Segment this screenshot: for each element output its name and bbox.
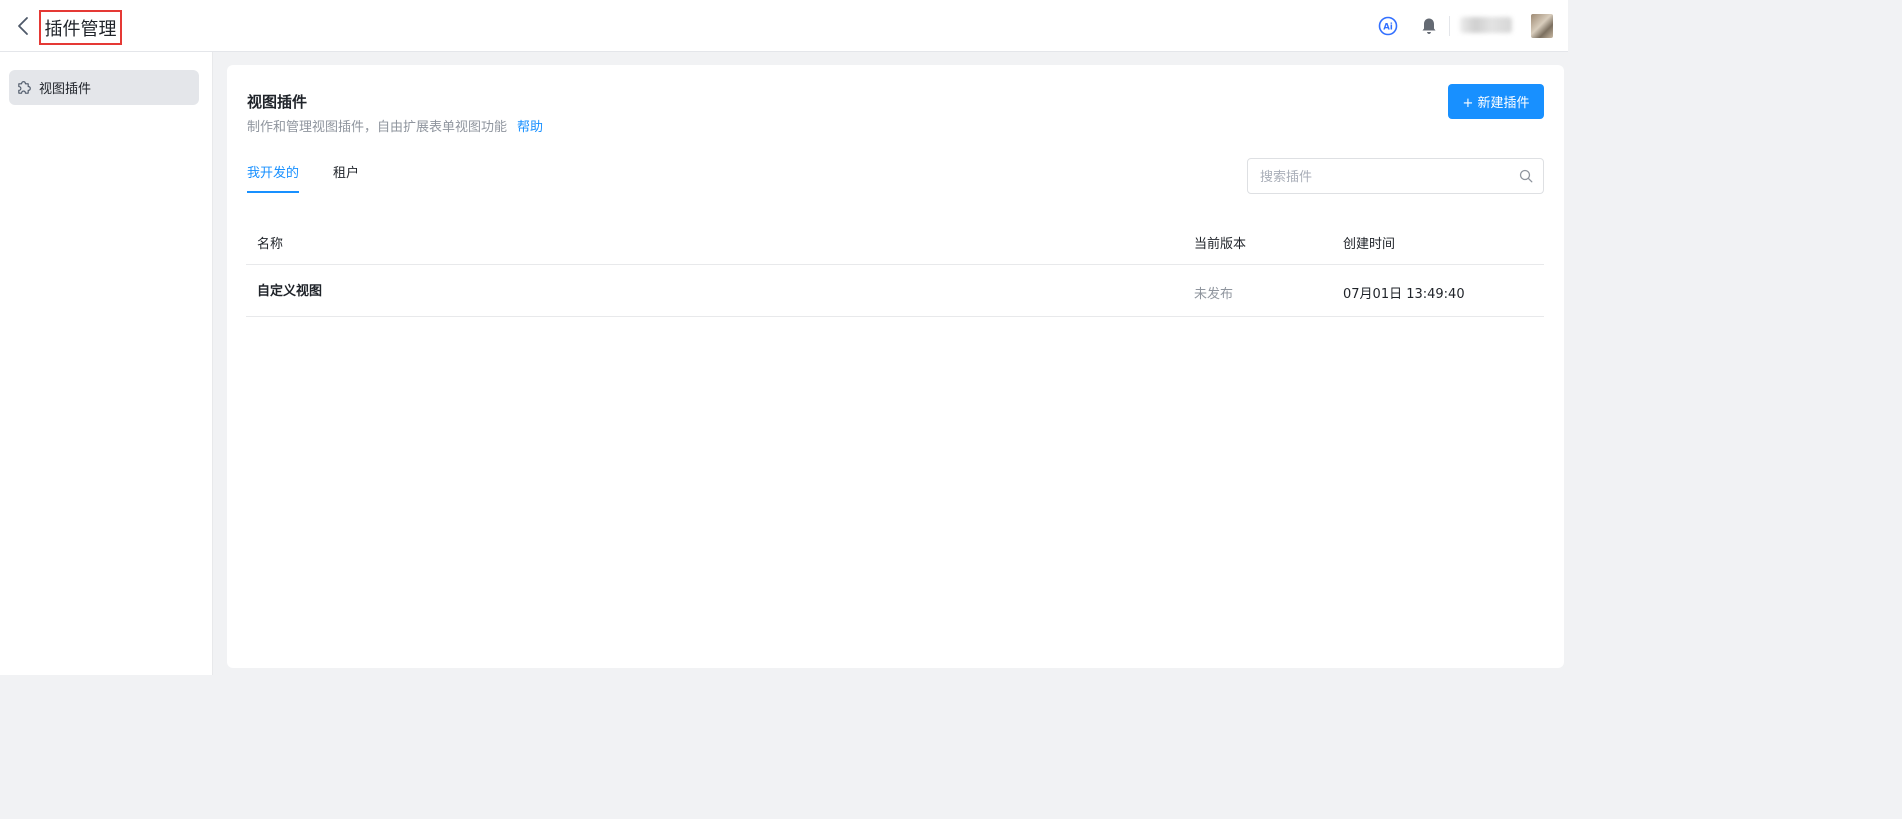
sidebar-item-view-plugins[interactable]: 视图插件 bbox=[9, 70, 199, 105]
top-bar: 插件管理 Ai bbox=[0, 0, 1568, 52]
search-icon[interactable] bbox=[1519, 169, 1533, 183]
page-title: 插件管理 bbox=[39, 10, 122, 45]
section-subtitle: 制作和管理视图插件，自由扩展表单视图功能 帮助 bbox=[247, 116, 543, 135]
main-card: 视图插件 制作和管理视图插件，自由扩展表单视图功能 帮助 + 新建插件 我开发的 … bbox=[227, 65, 1564, 668]
column-header-created: 创建时间 bbox=[1343, 237, 1396, 252]
row-created-time: 07月01日 13:49:40 bbox=[1343, 287, 1465, 302]
sidebar: 视图插件 bbox=[0, 52, 213, 675]
search-input[interactable] bbox=[1258, 159, 1512, 195]
puzzle-icon bbox=[18, 81, 31, 94]
row-version: 未发布 bbox=[1194, 287, 1234, 302]
column-header-version: 当前版本 bbox=[1194, 237, 1247, 252]
table-row[interactable]: 自定义视图 未发布 07月01日 13:49:40 bbox=[246, 265, 1544, 317]
table-header: 名称 当前版本 创建时间 bbox=[246, 218, 1544, 265]
search-box bbox=[1247, 158, 1544, 195]
chevron-left-icon[interactable] bbox=[12, 14, 34, 38]
ai-badge-text: Ai bbox=[1383, 23, 1393, 33]
new-plugin-button[interactable]: + 新建插件 bbox=[1448, 84, 1544, 119]
column-header-name: 名称 bbox=[257, 237, 284, 252]
tab-tenant[interactable]: 租户 bbox=[333, 162, 359, 181]
subtitle-text: 制作和管理视图插件，自由扩展表单视图功能 bbox=[247, 120, 508, 135]
ai-icon[interactable]: Ai bbox=[1378, 16, 1398, 36]
bell-icon[interactable] bbox=[1419, 16, 1439, 36]
sidebar-item-label: 视图插件 bbox=[39, 82, 92, 97]
avatar[interactable] bbox=[1531, 14, 1553, 38]
help-link[interactable]: 帮助 bbox=[517, 120, 543, 135]
header-divider bbox=[1449, 16, 1450, 36]
row-plugin-name[interactable]: 自定义视图 bbox=[257, 280, 322, 299]
tab-my-developed[interactable]: 我开发的 bbox=[247, 162, 300, 193]
section-title: 视图插件 bbox=[247, 93, 308, 111]
username-blurred[interactable] bbox=[1460, 17, 1512, 33]
